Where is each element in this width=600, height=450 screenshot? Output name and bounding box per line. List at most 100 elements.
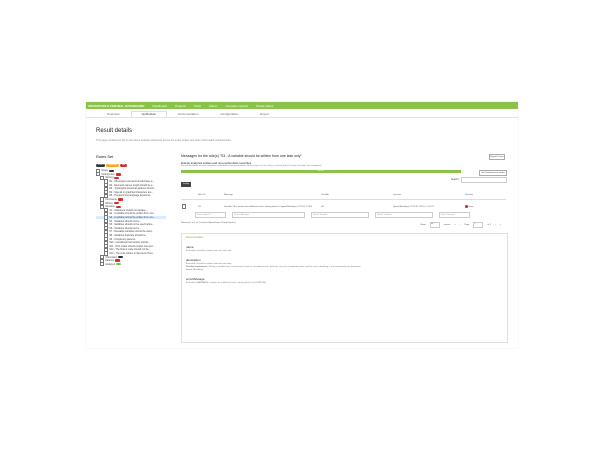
progress-label: 96.3% [317, 170, 325, 172]
page-number-value: 1 [474, 223, 476, 225]
report-cases-button[interactable]: Report Cases [489, 154, 505, 160]
severity-indicator: Error [465, 205, 473, 208]
count-badge [116, 263, 122, 266]
tree-label: S7 - Reusable variables should be used..… [109, 230, 154, 234]
tree-label: S9 - Complexity patterns [109, 237, 136, 241]
col-rule-id[interactable]: Rule ID [197, 191, 223, 200]
justify-button[interactable]: Justify [181, 182, 191, 187]
messages-table: Rule ID Message Variable Location Severi… [181, 191, 506, 214]
rules-set-title: Rules Set [96, 154, 114, 159]
column-filters: Search Rule ID Search Message Search Var… [181, 212, 506, 218]
filter-location[interactable]: Search Location [375, 212, 433, 218]
tree-label: Analyzed [105, 262, 116, 266]
tree-label: Information [105, 255, 118, 259]
nav-projects[interactable]: Projects [175, 104, 186, 108]
count-badge [118, 255, 124, 259]
tree-label: S10 - Conditional instructions should... [109, 241, 150, 245]
count-badge [113, 201, 119, 205]
nav-dashboard[interactable]: Dashboard [152, 104, 167, 108]
chip-errors[interactable]: Errors [96, 164, 106, 167]
messages-title: Messages for the rule(s) "S3 - A variabl… [181, 154, 302, 158]
tree-label: Scope [101, 169, 108, 173]
tree-label: S5 - Variables should not be used before… [109, 223, 155, 227]
count-badge [117, 198, 123, 201]
page-size-select[interactable]: 10 [429, 222, 440, 228]
count-badge [108, 169, 114, 172]
tree-label: S3 - A variable should be written from o… [109, 216, 156, 220]
filter-severity[interactable]: Select Severity [439, 212, 470, 218]
first-page-icon[interactable]: « [454, 224, 455, 226]
top-navigation: CROSSTOOLS CENTRAL DASHBOARD Dashboard P… [86, 102, 518, 109]
col-variable[interactable]: Variable [320, 191, 392, 200]
tree-label: R2 - Elements names length should be a..… [109, 183, 155, 187]
page-size-value: 10 [430, 223, 434, 225]
pager-controls: Show 10 entries « ‹ Page 1 of 1 › » [420, 222, 501, 228]
tree-label: S11 - MTL codes should contain one and..… [109, 244, 155, 248]
page-title: Result details [96, 128, 133, 134]
col-select [181, 191, 197, 200]
prev-page-icon[interactable]: ‹ [460, 224, 461, 226]
doc-name-text: A variable should be written from one ta… [186, 250, 232, 252]
doc-error-heading: errorMessage [186, 277, 205, 281]
app-frame: CROSSTOOLS CENTRAL DASHBOARD Dashboard P… [86, 102, 518, 348]
tree-label: Patterns [105, 259, 115, 263]
tree-label: R3 - Typological structural address shou… [109, 187, 156, 191]
show-label: Show [420, 224, 426, 226]
next-page-icon[interactable]: › [495, 224, 496, 226]
nav-brand[interactable]: CROSSTOOLS CENTRAL DASHBOARD [88, 104, 144, 108]
tab-configuration[interactable]: Configuration [209, 111, 249, 117]
tab-documentation[interactable]: Documentation [167, 111, 209, 117]
severity-label: Error [468, 205, 474, 208]
tree-label: Comments [105, 198, 117, 202]
doc-description-heading: description [186, 258, 201, 262]
doc-level: Level: Mandatory [186, 269, 503, 271]
pagination-bar: Showing 1 to 1 of 1 entries (filtered fr… [181, 222, 506, 228]
messages-panel: Messages for the rule(s) "S3 - A variabl… [181, 154, 511, 344]
col-location[interactable]: Location [392, 191, 464, 200]
chip-warnings[interactable]: Warnings [106, 164, 119, 167]
nav-compare[interactable]: Compare reports [225, 104, 248, 108]
filter-rule-id[interactable]: Search Rule ID [195, 212, 226, 218]
documentation-title: Documentation [186, 236, 204, 239]
nav-admin[interactable]: Admin [209, 104, 218, 108]
last-page-icon[interactable]: » [500, 224, 501, 226]
page-number-input[interactable]: 1 [473, 222, 484, 228]
filter-variable[interactable]: Search Variable [311, 212, 369, 218]
sub-tabs: Overview Verification Documentation Conf… [86, 109, 518, 118]
tree-item[interactable]: Analyzed [96, 262, 166, 267]
tab-verification[interactable]: Verification [130, 111, 168, 117]
set-status-button[interactable]: Set Conformance status [479, 170, 507, 176]
search-input[interactable] [461, 177, 507, 183]
nav-status[interactable]: Check status [256, 104, 273, 108]
col-severity[interactable]: Severity [464, 191, 506, 200]
nav-tools[interactable]: Tools [194, 104, 201, 108]
tab-overview[interactable]: Overview [96, 111, 131, 117]
count-badge [115, 205, 121, 208]
row-checkbox[interactable] [182, 204, 187, 209]
doc-rationale: Detailed explanation: Writing a variable… [186, 266, 503, 268]
error-dot-icon [465, 205, 468, 208]
filter-message[interactable]: Search Message [232, 212, 305, 218]
rules-set-panel: Rules Set Errors Warnings Info Scope Cod… [96, 154, 166, 344]
doc-rationale-text: Writing a variable from several tasks le… [208, 266, 361, 268]
conformance-progress-bar: 96.3% [181, 170, 461, 173]
tree-checkbox[interactable] [100, 262, 105, 267]
tree-label: S2 - A variable should be written from o… [109, 212, 156, 216]
entries-label: entries [443, 224, 451, 226]
tree-label: R1 - All program elements should have a.… [109, 180, 155, 184]
tab-export[interactable]: Export [249, 111, 280, 117]
tree-label: R5 - Programming language keywords... [109, 194, 152, 198]
tree-label: S4 - Variables should not be... [109, 219, 142, 223]
col-message[interactable]: Message [223, 191, 320, 200]
chip-info[interactable]: Info [119, 164, 128, 167]
page-description: This page contains the list of rule-base… [96, 139, 232, 142]
documentation-panel: Documentation name A variable should be … [181, 233, 508, 343]
doc-level-label: Level: [186, 269, 193, 271]
count-badge [115, 259, 121, 262]
showing-text: Showing 1 to 1 of 1 entries (filtered fr… [181, 222, 236, 224]
doc-error-text: A variable [VARNAME] is written from dif… [186, 282, 266, 284]
doc-description-text: A variable should be written from one ta… [186, 263, 232, 265]
messages-subline: Percent of entities in error compared to… [181, 165, 322, 167]
tree-label: R4 - Special or graphical characters are… [109, 190, 154, 194]
tree-label: S8 - Variables duplicate should be... [109, 233, 148, 237]
